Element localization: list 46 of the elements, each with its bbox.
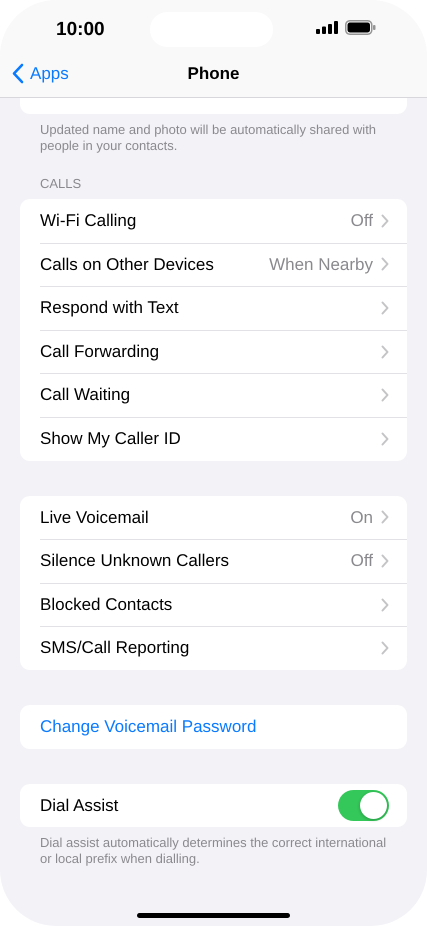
- row-label: Dial Assist: [40, 794, 120, 817]
- settings-row[interactable]: Respond with Text: [20, 286, 407, 330]
- row-label: Calls on Other Devices: [40, 254, 215, 276]
- settings-row[interactable]: Silence Unknown Callers Off: [20, 539, 407, 583]
- chevron-right-icon: [381, 598, 389, 612]
- row-label: Live Voicemail: [40, 506, 150, 529]
- section-footer: Dial assist automatically determines the correct international or local prefix when dialling.: [40, 835, 387, 868]
- back-button[interactable]: Apps: [12, 61, 69, 86]
- signal-icon: [316, 21, 338, 34]
- battery-icon: [345, 20, 376, 35]
- voicemail-password-link[interactable]: Change Voicemail Password: [40, 714, 256, 740]
- settings-row[interactable]: SMS/Call Reporting: [20, 626, 407, 670]
- chevron-right-icon: [381, 300, 389, 315]
- chevron-right-icon: [381, 388, 389, 402]
- row-label: Call Forwarding: [40, 340, 160, 363]
- chevron-right-icon: [381, 510, 389, 524]
- row-label: Blocked Contacts: [40, 594, 174, 616]
- chevron-right-icon: [381, 554, 389, 568]
- chevron-right-icon: [381, 344, 389, 359]
- chevron-left-icon: [12, 63, 24, 84]
- row-label: Wi-Fi Calling: [40, 210, 138, 232]
- settings-row[interactable]: Wi-Fi Calling Off: [20, 199, 407, 243]
- row-label: Show My Caller ID: [40, 428, 182, 450]
- chevron-right-icon: [381, 432, 389, 446]
- settings-row[interactable]: Call Waiting: [20, 373, 407, 417]
- settings-row[interactable]: Calls on Other Devices When Nearby: [20, 242, 407, 286]
- chevron-right-icon: [381, 641, 389, 656]
- row-value: When Nearby: [269, 254, 373, 276]
- settings-row[interactable]: Show My Caller ID: [20, 416, 407, 461]
- section-footer: Updated name and photo will be automatically shared with people in your contacts.: [40, 122, 387, 154]
- row-label: Respond with Text: [40, 297, 180, 320]
- row-value: Off: [350, 550, 373, 572]
- settings-row[interactable]: Live Voicemail On: [20, 496, 407, 540]
- row-label: Call Waiting: [40, 384, 132, 406]
- settings-row[interactable]: Call Forwarding: [20, 330, 407, 374]
- clock-time: 10:00: [56, 18, 105, 42]
- row-label: Silence Unknown Callers: [40, 550, 230, 572]
- screen-title: Phone: [188, 62, 240, 85]
- row-value: Off: [350, 210, 373, 232]
- section-header: CALLS: [40, 176, 82, 192]
- settings-row[interactable]: Blocked Contacts: [20, 582, 407, 626]
- row-label: SMS/Call Reporting: [40, 637, 190, 660]
- toggle-switch[interactable]: [338, 790, 389, 821]
- chevron-right-icon: [381, 214, 389, 228]
- row-value: On: [350, 506, 373, 529]
- chevron-right-icon: [381, 257, 389, 272]
